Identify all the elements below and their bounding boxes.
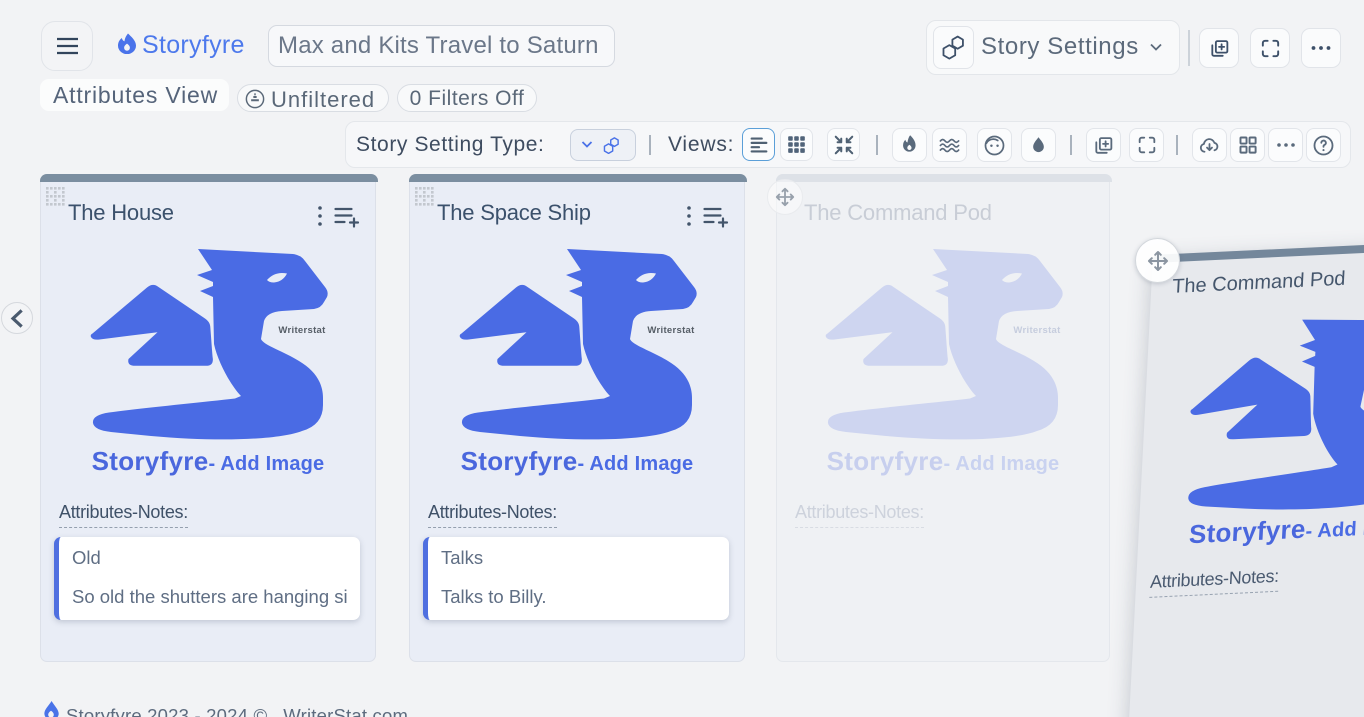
svg-text:Writerstat: Writerstat xyxy=(278,325,326,336)
svg-text:Writerstat: Writerstat xyxy=(1013,325,1061,336)
svg-text:Writerstat: Writerstat xyxy=(647,325,695,336)
